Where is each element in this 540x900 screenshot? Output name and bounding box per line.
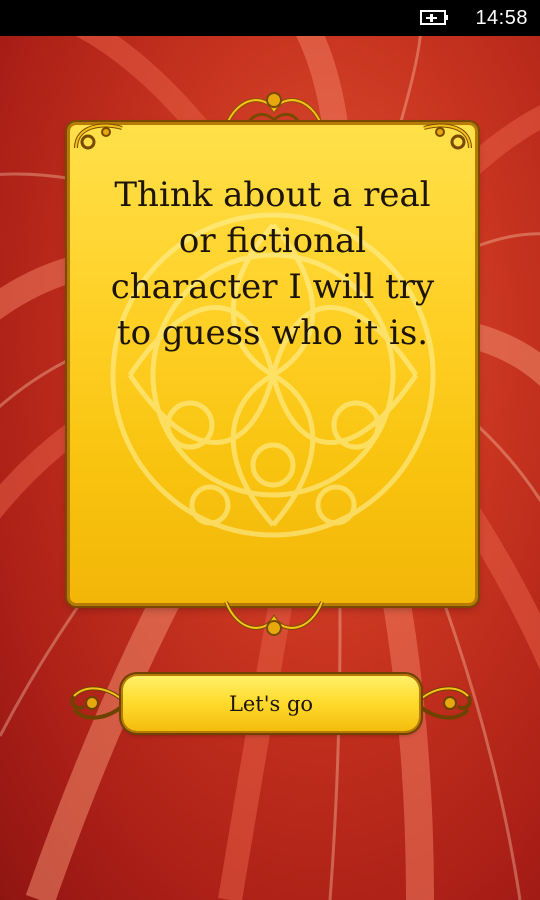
button-scroll-right-icon [414, 686, 472, 720]
bottom-ornament [224, 601, 324, 636]
corner-ornament-right [423, 123, 472, 150]
corner-ornament-left [74, 123, 123, 150]
button-scroll-left-icon [70, 686, 128, 720]
status-time: 14:58 [475, 7, 528, 29]
top-ornament [224, 92, 324, 127]
instruction-text: Think about a real or fictional characte… [110, 175, 435, 353]
battery-charging-icon [420, 10, 448, 25]
lets-go-button[interactable]: Let's go [123, 676, 419, 731]
status-bar: 14:58 [0, 0, 540, 36]
